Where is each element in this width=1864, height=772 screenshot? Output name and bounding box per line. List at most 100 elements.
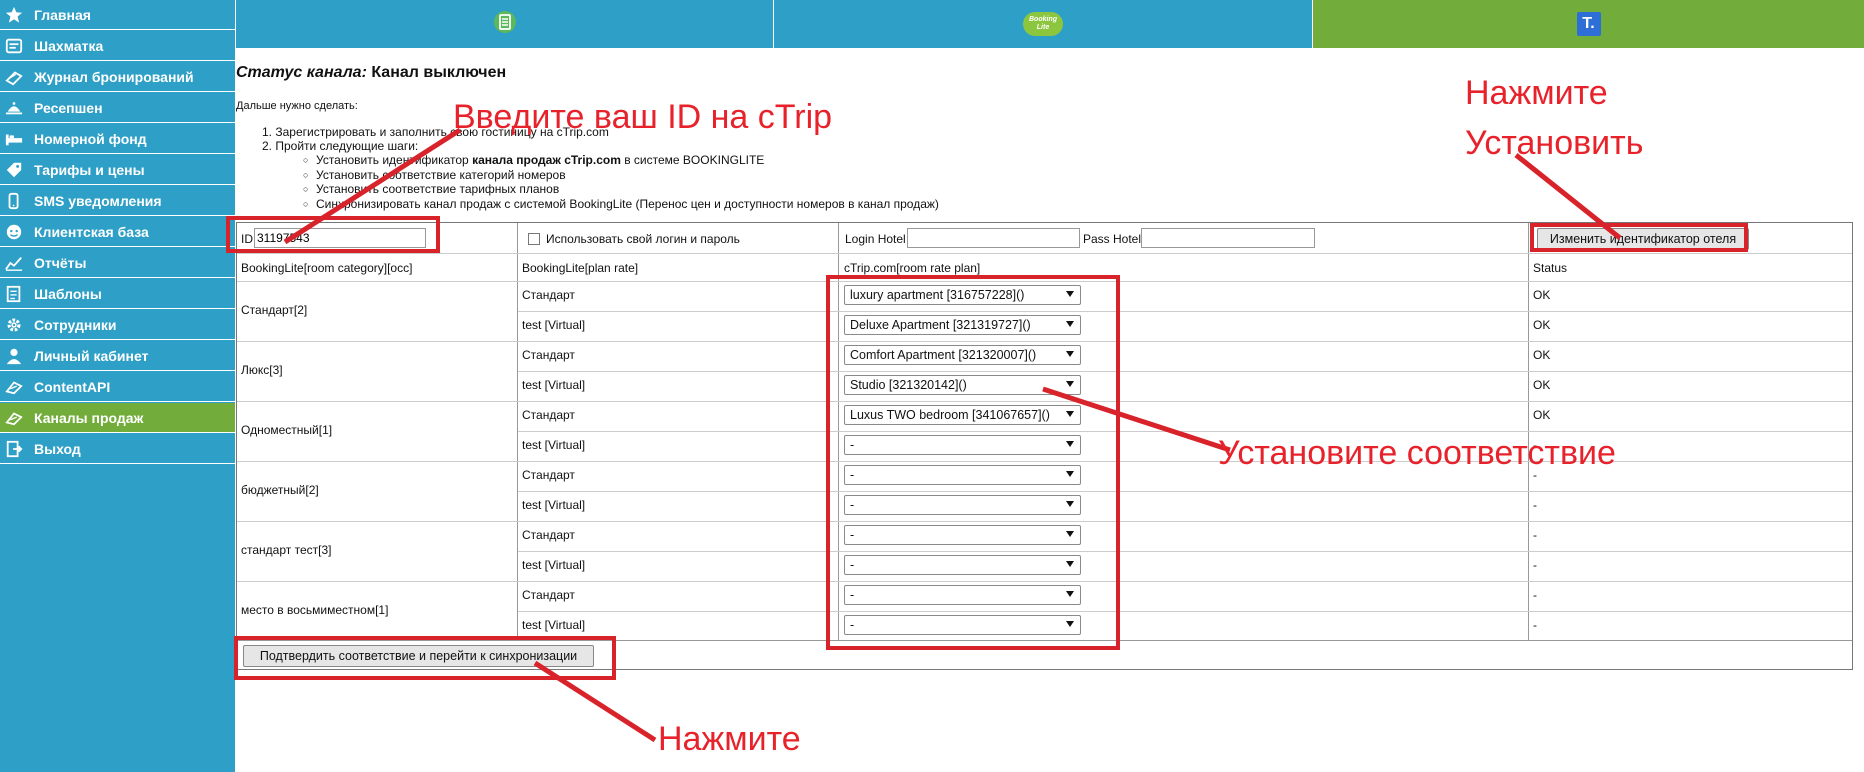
sidebar-item-staff[interactable]: Сотрудники <box>0 310 235 340</box>
star-icon <box>4 5 24 25</box>
sidebar-item-sms[interactable]: SMS уведомления <box>0 186 235 216</box>
sidebar-item-label: Выход <box>34 440 81 457</box>
row-divider <box>518 311 1852 312</box>
annotation-set-mapping: Установите соответствие <box>1218 434 1616 472</box>
sidebar-item-label: ContentAPI <box>34 378 111 395</box>
sidebar-item-label: Тарифы и цены <box>34 161 145 178</box>
book-icon <box>4 67 24 87</box>
exit-icon <box>4 439 24 459</box>
annotation-box-mapping <box>826 275 1120 650</box>
sidebar-item-rates[interactable]: Тарифы и цены <box>0 155 235 185</box>
sidebar-item-reports[interactable]: Отчёты <box>0 248 235 278</box>
plan-rate: Стандарт <box>522 288 575 302</box>
plan-rate: test [Virtual] <box>522 378 586 392</box>
chart-icon <box>4 253 24 273</box>
bookinglite-logo-icon: Booking Lite <box>1023 12 1063 36</box>
tab-channel-manager[interactable] <box>236 0 773 48</box>
tab-bookinglite[interactable]: Booking Lite <box>774 0 1312 48</box>
plan-rate: Стандарт <box>522 588 575 602</box>
room-category: Люкс[3] <box>241 363 283 377</box>
plan-rate: test [Virtual] <box>522 618 586 632</box>
header-ctrip-rate-plan: cTrip.com[room rate plan] <box>844 261 981 275</box>
room-category: Одноместный[1] <box>241 423 333 437</box>
sidebar-item-label: Клиентская база <box>34 223 149 240</box>
bed-icon <box>4 129 24 149</box>
sub-step-item: Установить идентификатор канала продаж c… <box>303 153 939 168</box>
sidebar-item-templates[interactable]: Шаблоны <box>0 279 235 309</box>
mapping-status: OK <box>1533 318 1551 332</box>
next-steps-label: Дальше нужно сделать: <box>236 100 358 112</box>
step-item: 2. Пройти следующие шаги: <box>262 138 419 153</box>
annotation-press-install-2: Установить <box>1465 124 1644 162</box>
mapping-status: - <box>1533 498 1537 512</box>
client-face-icon <box>4 222 24 242</box>
sidebar-item-sales-channels[interactable]: Каналы продаж <box>0 403 235 433</box>
row-divider <box>518 611 1852 612</box>
annotation-box-confirm <box>234 636 616 680</box>
sidebar-item-contentapi[interactable]: ContentAPI <box>0 372 235 402</box>
sms-icon <box>4 191 24 211</box>
channel-status: Статус канала: Канал выключен <box>236 64 506 82</box>
row-divider <box>518 551 1852 552</box>
sidebar-item-chessboard[interactable]: Шахматка <box>0 31 235 61</box>
travelline-t-icon: T. <box>1576 12 1601 36</box>
sidebar-item-room-stock[interactable]: Номерной фонд <box>0 124 235 154</box>
row-divider <box>518 371 1852 372</box>
sidebar-item-label: Личный кабинет <box>34 347 149 364</box>
sidebar-item-reception[interactable]: Ресепшен <box>0 93 235 123</box>
use-own-login-option[interactable]: Использовать свой логин и пароль <box>528 232 740 246</box>
row-divider <box>237 253 1852 254</box>
annotation-box-id <box>226 216 440 253</box>
sidebar: Главная Шахматка Журнал бронирований Рес… <box>0 0 235 772</box>
annotation-box-change-id <box>1530 223 1748 252</box>
room-category: место в восьмиместном[1] <box>241 603 389 617</box>
mapping-status: - <box>1533 618 1537 632</box>
sub-step-item: Установить соответствие категорий номеро… <box>303 168 939 183</box>
sidebar-item-label: Каналы продаж <box>34 409 144 426</box>
plan-rate: Стандарт <box>522 348 575 362</box>
reception-bell-icon <box>4 98 24 118</box>
sub-step-item: Установить соответствие тарифных планов <box>303 182 939 197</box>
sidebar-item-label: Шаблоны <box>34 285 102 302</box>
sidebar-item-home[interactable]: Главная <box>0 0 235 30</box>
sidebar-item-label: Отчёты <box>34 254 87 271</box>
header-room-category: BookingLite[room category][occ] <box>241 261 413 275</box>
sidebar-item-label: SMS уведомления <box>34 192 162 209</box>
row-divider <box>518 431 1852 432</box>
sidebar-item-clients[interactable]: Клиентская база <box>0 217 235 247</box>
sidebar-item-label: Главная <box>34 6 91 23</box>
plan-rate: test [Virtual] <box>522 318 586 332</box>
pass-hotel-input[interactable] <box>1141 228 1315 248</box>
tab-travelline[interactable]: T. <box>1313 0 1864 48</box>
mapping-status: - <box>1533 528 1537 542</box>
template-icon <box>4 284 24 304</box>
mapping-status: OK <box>1533 288 1551 302</box>
mapping-status: - <box>1533 558 1537 572</box>
status-value: Канал выключен <box>371 64 507 81</box>
use-own-login-checkbox[interactable] <box>528 233 540 245</box>
room-category: бюджетный[2] <box>241 483 319 497</box>
sub-step-item: Синхронизировать канал продаж с системой… <box>303 197 939 212</box>
gear-icon <box>4 315 24 335</box>
sidebar-item-label: Ресепшен <box>34 99 103 116</box>
plan-rate: Стандарт <box>522 528 575 542</box>
sidebar-item-bookings-log[interactable]: Журнал бронирований <box>0 62 235 92</box>
user-icon <box>4 346 24 366</box>
status-label: Статус канала: <box>236 64 367 81</box>
plan-rate: test [Virtual] <box>522 498 586 512</box>
sidebar-item-exit[interactable]: Выход <box>0 434 235 464</box>
sidebar-item-label: Шахматка <box>34 37 104 54</box>
sub-steps-list: Установить идентификатор канала продаж c… <box>303 153 939 212</box>
mapping-status: OK <box>1533 408 1551 422</box>
api-icon <box>4 377 24 397</box>
price-tag-icon <box>4 160 24 180</box>
sidebar-item-account[interactable]: Личный кабинет <box>0 341 235 371</box>
annotation-enter-id: Введите ваш ID на cTrip <box>453 98 833 136</box>
room-category: Стандарт[2] <box>241 303 308 317</box>
header-plan-rate: BookingLite[plan rate] <box>522 261 639 275</box>
sidebar-item-label: Сотрудники <box>34 316 117 333</box>
channel-manager-icon <box>493 10 517 39</box>
plan-rate: Стандарт <box>522 408 575 422</box>
use-own-login-label: Использовать свой логин и пароль <box>546 232 740 246</box>
login-hotel-input[interactable] <box>907 228 1080 248</box>
